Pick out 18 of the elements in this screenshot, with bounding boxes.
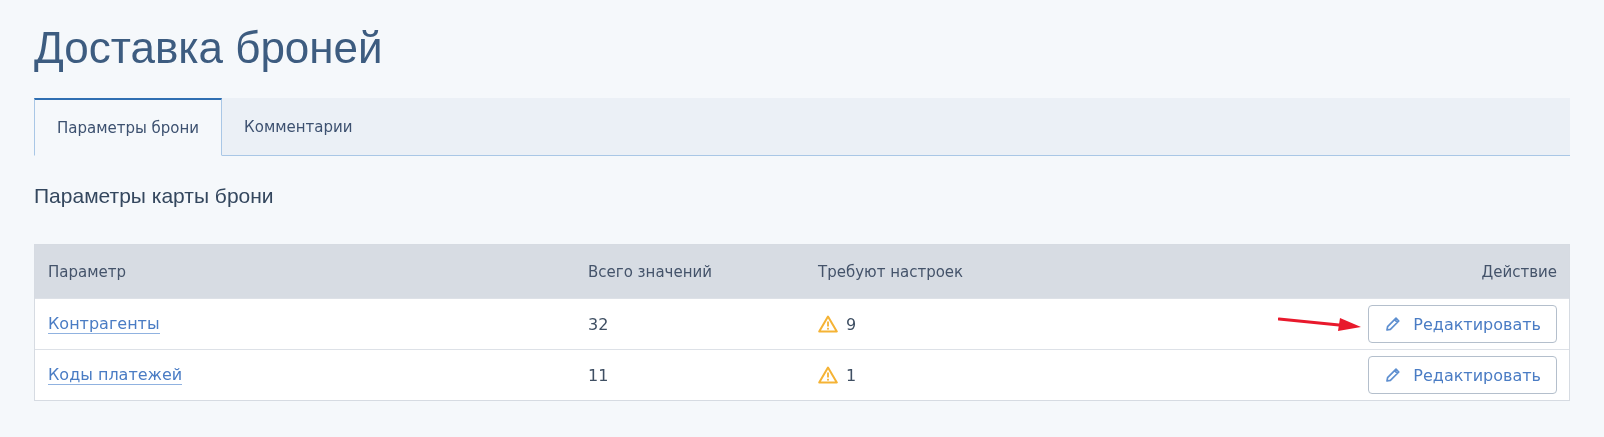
tab[interactable]: Параметры брони	[34, 98, 223, 156]
column-header: Всего значений	[588, 262, 713, 281]
table-cell: 11	[588, 365, 609, 385]
table-cell: 9	[846, 314, 857, 334]
column-header: Параметр	[47, 262, 127, 281]
edit-button[interactable]: Редактировать	[1368, 356, 1557, 394]
parameter-link[interactable]: Коды платежей	[48, 365, 183, 385]
page-title: Доставка броней	[34, 22, 384, 74]
tab[interactable]: Комментарии	[222, 98, 375, 156]
warning-icon	[818, 315, 838, 333]
section-title: Параметры карты брони	[34, 184, 275, 208]
parameter-link[interactable]: Контрагенты	[48, 314, 160, 334]
table-cell: 32	[588, 314, 609, 334]
column-header: Требуют настроек	[818, 262, 965, 281]
column-header: Действие	[1480, 262, 1558, 281]
edit-button[interactable]: Редактировать	[1368, 305, 1557, 343]
table-cell: 1	[846, 365, 857, 385]
warning-icon	[818, 366, 838, 384]
